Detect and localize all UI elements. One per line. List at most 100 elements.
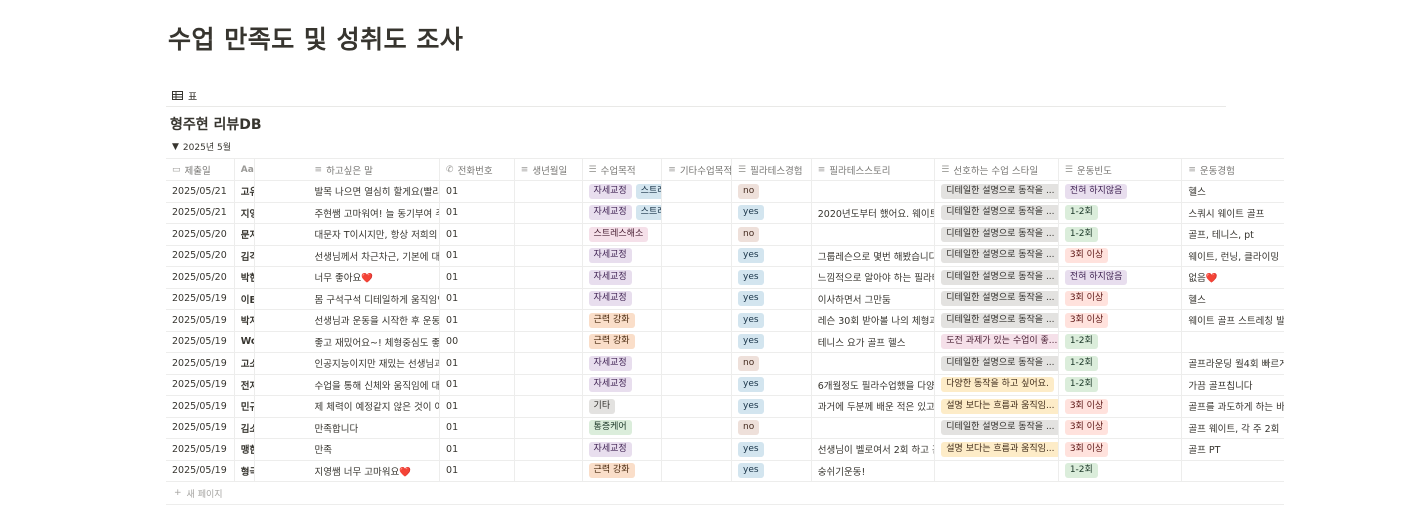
- column-header-label: 기타수업목적: [679, 165, 733, 177]
- column-header-4[interactable]: ✆ 전화번호: [440, 159, 515, 180]
- cell-name[interactable]: 전지: [235, 374, 255, 395]
- cell-name[interactable]: 김소: [235, 417, 255, 438]
- cell-birthdate: [515, 439, 583, 460]
- cell-pilates-experience: no: [732, 224, 812, 245]
- cell-purpose: 근력 강화: [583, 310, 663, 331]
- table-row[interactable]: 2025/05/19이B 몸 구석구석 디테일하게 움직임인01 자세교정 yes 이사…: [166, 288, 1284, 310]
- cell-phone: 01: [440, 202, 515, 223]
- table-row[interactable]: 2025/05/19Wo 좋고 재밌어요~! 체형중심도 좋지00 근력 강화 yes…: [166, 331, 1284, 353]
- table-row[interactable]: 2025/05/19박지 선생님과 운동을 시작한 후 운동에01 근력 강화 yes…: [166, 310, 1284, 332]
- column-header-label: 생년월일: [532, 165, 568, 177]
- cell-name[interactable]: 김각: [235, 245, 255, 266]
- purpose-tag: 스트레: [635, 205, 662, 221]
- cell-phone: 01: [440, 181, 515, 202]
- column-type-icon: ≡: [314, 164, 323, 175]
- column-header-7[interactable]: ≡ 기타수업목적: [662, 159, 733, 180]
- column-header-5[interactable]: ≡ 생년월일: [515, 159, 583, 180]
- table-row[interactable]: 2025/05/20문지 대문자 T이시지만, 항상 저희의 동01 스트레스해소 n…: [166, 224, 1284, 246]
- cell-blank: [255, 203, 311, 224]
- cell-pilates-story: 6개월정도 필라수업했을 다양한 지: [812, 374, 936, 395]
- cell-name[interactable]: 형극: [235, 460, 255, 481]
- table-row[interactable]: 2025/05/19전지 수업을 통해 신체와 움직임에 대한01 자세교정 yes 6…: [166, 374, 1284, 396]
- cell-preferred-style: 도전 과제가 있는 수업이 좋...: [935, 331, 1059, 352]
- cell-date: 2025/05/19: [166, 288, 235, 309]
- cell-name[interactable]: 민규: [235, 396, 255, 417]
- frequency-tag: 전혀 하지않음: [1064, 269, 1128, 285]
- database-title[interactable]: 형주현 리뷰DB: [170, 114, 262, 134]
- cell-blank: [255, 332, 311, 353]
- column-header-label: 운동빈도: [1076, 165, 1112, 177]
- cell-blank: [255, 353, 311, 374]
- purpose-tag: 근력 강화: [588, 334, 635, 350]
- column-header-label: 제출일: [184, 165, 211, 177]
- cell-birthdate: [515, 288, 583, 309]
- purpose-tag: 자세교정: [588, 355, 632, 371]
- cell-name[interactable]: 박지: [235, 310, 255, 331]
- cell-other-purpose: [662, 181, 733, 202]
- cell-exercise-experience: 웨이트, 런닝, 클라이밍: [1188, 251, 1280, 263]
- column-header-2[interactable]: [255, 159, 311, 180]
- table-row[interactable]: 2025/05/19맹한 만족01 자세교정 yes 선생님이 벨로여서 2회 하고 관…: [166, 439, 1284, 461]
- purpose-tag: 자세교정: [588, 269, 632, 285]
- frequency-tag: 1-2회: [1064, 226, 1098, 242]
- column-header-label: 전화번호: [457, 165, 493, 177]
- cell-name[interactable]: 지영: [235, 202, 255, 223]
- table-row[interactable]: 2025/05/19형극 지영쌤 너무 고마워요❤️01 근력 강화 yes 숭쉬기운동…: [166, 460, 1284, 482]
- cell-date: 2025/05/19: [166, 460, 235, 481]
- cell-frequency: 1-2회: [1059, 224, 1183, 245]
- table-row[interactable]: 2025/05/20김각 선생님께서 차근차근, 기본에 대한01 자세교정 yes 그…: [166, 245, 1284, 267]
- cell-pilates-experience: yes: [732, 267, 812, 288]
- cell-exercise-experience: 골프, 테니스, pt: [1188, 230, 1254, 242]
- column-header-0[interactable]: ▭ 제출일: [166, 159, 235, 180]
- cell-phone: 01: [440, 224, 515, 245]
- cell-name[interactable]: 박현: [235, 267, 255, 288]
- cell-pilates-experience: yes: [732, 331, 812, 352]
- pilates-tag: yes: [738, 377, 764, 393]
- column-header-10[interactable]: ☰ 선호하는 수업 스타일: [935, 159, 1059, 180]
- cell-birthdate: [515, 417, 583, 438]
- column-header-1[interactable]: Aa이름: [235, 159, 255, 180]
- cell-name[interactable]: Wo: [235, 331, 255, 352]
- cell-exercise-experience: 헬스: [1188, 294, 1206, 306]
- cell-other-purpose: [662, 353, 733, 374]
- column-header-8[interactable]: ☰ 필라테스경험: [732, 159, 812, 180]
- column-header-3[interactable]: ≡ 하고싶은 말: [311, 159, 441, 180]
- column-header-9[interactable]: ≡ 필라테스스토리: [812, 159, 936, 180]
- cell-name[interactable]: 맹한: [235, 439, 255, 460]
- new-page-button[interactable]: + 새 페이지: [166, 482, 1284, 505]
- purpose-tag: 자세교정: [588, 291, 632, 307]
- table-row[interactable]: 2025/05/19민규 제 체력이 예정같지 않은 것이 아쉽01 기타 yes 과거…: [166, 396, 1284, 418]
- column-header-11[interactable]: ☰ 운동빈도: [1059, 159, 1183, 180]
- column-header-label: 선호하는 수업 스타일: [953, 165, 1039, 177]
- cell-phone: 01: [440, 267, 515, 288]
- table-row[interactable]: 2025/05/21고유 발목 나으면 열심히 할게요(빨리낫01 자세교정스트레 n…: [166, 181, 1284, 203]
- view-tab-table[interactable]: 표: [172, 88, 197, 103]
- table-row[interactable]: 2025/05/20박현 너무 좋아요❤️01 자세교정 yes 느낌적으로 알아야 하…: [166, 267, 1284, 289]
- cell-blank: [255, 461, 311, 482]
- cell-exercise-experience: 골프 PT: [1188, 445, 1221, 457]
- table-row[interactable]: 2025/05/19고소 인공지능이지만 재밌는 선생님과01 자세교정 no 디테일한…: [166, 353, 1284, 375]
- cell-exercise-experience: 골프라운딩 월4회 빠르게걷: [1188, 359, 1284, 371]
- group-toggle[interactable]: ▼ 2025년 5월: [172, 140, 231, 154]
- cell-name[interactable]: 고유: [235, 181, 255, 202]
- cell-birthdate: [515, 245, 583, 266]
- table-row[interactable]: 2025/05/21지영 주현쌤 고마워여! 늘 동기부여 주고01 자세교정스트레…: [166, 202, 1284, 224]
- cell-pilates-story: 레슨 30회 받아볼 나의 체형과 움직: [812, 310, 936, 331]
- cell-date: 2025/05/19: [166, 353, 235, 374]
- style-tag: 디테일한 설명으로 동작을 ...: [941, 291, 1058, 307]
- column-header-6[interactable]: ☰ 수업목적: [583, 159, 663, 180]
- cell-pilates-story: 그룹레슨으로 몇번 해봤습니다! 고: [812, 245, 936, 266]
- table-row[interactable]: 2025/05/19김소 만족합니다01 통증케어 no 디테일한 설명으로 동작을 .…: [166, 417, 1284, 439]
- style-tag: 디테일한 설명으로 동작을 ...: [941, 355, 1058, 371]
- cell-preferred-style: 다양한 동작을 하고 싶어요.설: [935, 374, 1059, 395]
- cell-pilates-experience: yes: [732, 396, 812, 417]
- cell-name[interactable]: 고소: [235, 353, 255, 374]
- column-type-icon: ☰: [941, 164, 950, 175]
- column-header-label: 수업목적: [600, 165, 636, 177]
- column-header-12[interactable]: ≡ 운동경험: [1182, 159, 1284, 180]
- column-type-icon: ≡: [1188, 164, 1196, 175]
- table-body: 2025/05/21고유발목 나으면 열심히 할게요(빨리낫01자세교정스트레n…: [166, 181, 1284, 482]
- cell-name[interactable]: 문지: [235, 224, 255, 245]
- frequency-tag: 1-2회: [1064, 355, 1098, 371]
- cell-name[interactable]: 이B: [235, 288, 255, 309]
